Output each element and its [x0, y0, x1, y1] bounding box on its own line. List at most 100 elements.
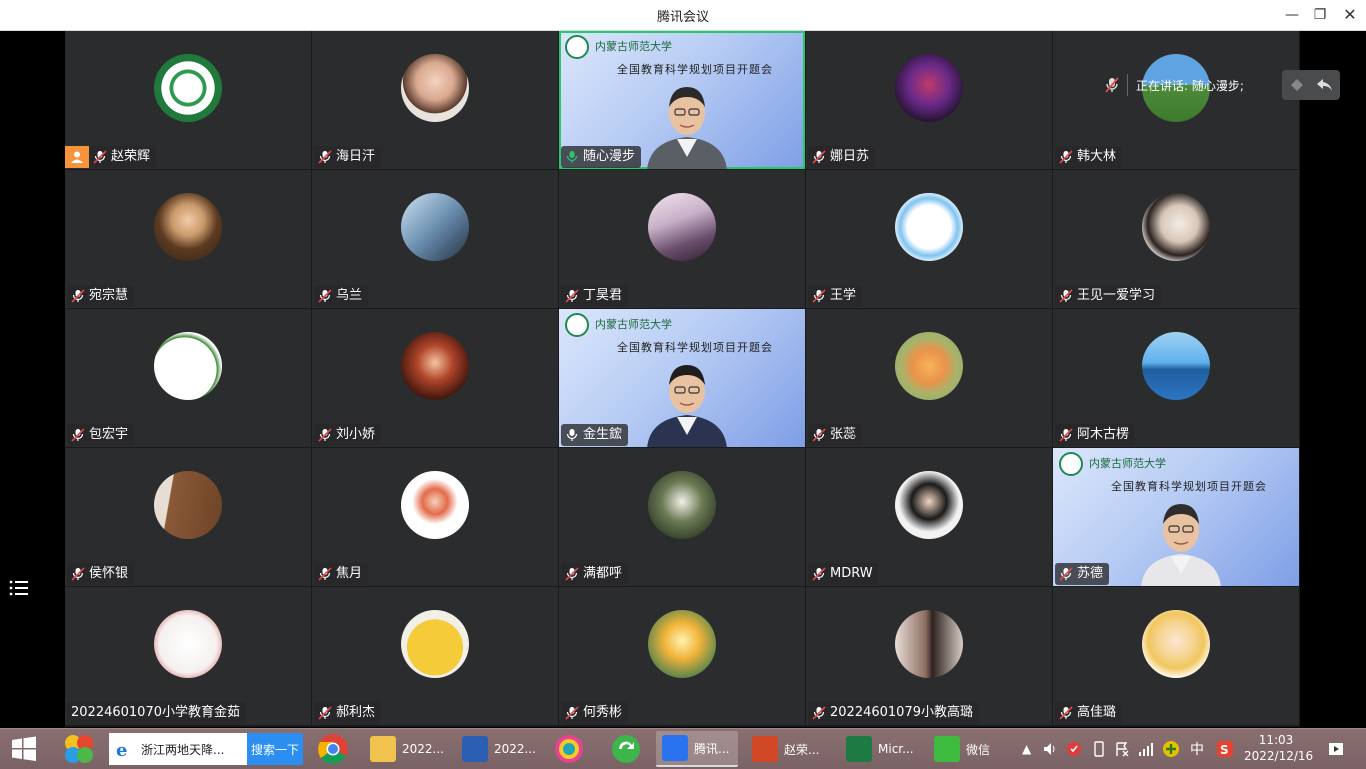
colorful-app-icon[interactable]: [552, 731, 586, 767]
participant-tile[interactable]: 乌兰: [312, 170, 558, 308]
minimize-button[interactable]: —: [1278, 3, 1306, 27]
participant-tile[interactable]: 郝利杰: [312, 587, 558, 725]
participant-nametag: 阿木古楞: [1055, 424, 1136, 446]
participant-name: 何秀彬: [583, 705, 623, 720]
participant-video-person: [1141, 504, 1221, 586]
participant-tile[interactable]: 侯怀银: [65, 448, 311, 586]
maximize-button[interactable]: ❐: [1306, 3, 1334, 27]
participant-nametag: 何秀彬: [561, 702, 629, 724]
tencent-meeting-icon: [662, 735, 688, 761]
network-flag-icon[interactable]: [1114, 731, 1130, 767]
participant-nametag: 高佳璐: [1055, 702, 1123, 724]
signal-icon[interactable]: [1138, 731, 1154, 767]
taskbar-app[interactable]: Micr...: [840, 731, 924, 767]
participant-tile[interactable]: MDRW: [806, 448, 1052, 586]
ime-plus-icon[interactable]: [1162, 731, 1180, 767]
participant-tile[interactable]: 阿木古楞: [1053, 309, 1299, 447]
windows-icon: [12, 736, 36, 761]
pinwheel-app-icon[interactable]: [62, 731, 96, 767]
participant-list-toggle-icon[interactable]: [9, 578, 29, 598]
participant-name: 王见一爱学习: [1077, 288, 1156, 303]
word-icon: [462, 736, 488, 762]
participant-tile[interactable]: 宛宗慧: [65, 170, 311, 308]
volume-icon[interactable]: [1042, 731, 1058, 767]
university-logo-icon: [1059, 452, 1083, 476]
mic-muted-icon: [565, 706, 583, 720]
reply-icon[interactable]: [1315, 77, 1333, 93]
participant-nametag: 王学: [808, 285, 863, 307]
mic-muted-icon: [565, 289, 583, 303]
participant-tile[interactable]: 内蒙古师范大学 全国教育科学规划项目开题会 金生鋐: [559, 309, 805, 447]
taskbar-app[interactable]: 腾讯...: [656, 731, 738, 767]
participant-nametag: 随心漫步: [561, 146, 642, 168]
taskbar-app-label: 2022...: [402, 742, 444, 756]
participant-avatar: [154, 54, 222, 122]
share-icon[interactable]: [1289, 77, 1309, 93]
participant-tile[interactable]: 内蒙古师范大学 全国教育科学规划项目开题会 随心漫步: [559, 31, 805, 169]
participant-name: 侯怀银: [89, 566, 129, 581]
chrome-icon[interactable]: [316, 731, 350, 767]
participant-nametag: 郝利杰: [314, 702, 382, 724]
taskbar-app[interactable]: 2022...: [364, 731, 450, 767]
participant-avatar: [1142, 610, 1210, 678]
participant-avatar: [154, 471, 222, 539]
participant-tile[interactable]: 王学: [806, 170, 1052, 308]
participant-tile[interactable]: 20224601079小教高璐: [806, 587, 1052, 725]
ime-mode[interactable]: 中: [1190, 731, 1204, 767]
participant-tile[interactable]: 焦月: [312, 448, 558, 586]
participant-nametag: 丁昊君: [561, 285, 629, 307]
participant-tile[interactable]: 包宏宇: [65, 309, 311, 447]
participant-avatar: [401, 54, 469, 122]
taskbar-app[interactable]: 2022...: [456, 731, 542, 767]
excel-icon: [846, 736, 872, 762]
participant-tile[interactable]: 20224601070小学教育金茹: [65, 587, 311, 725]
participant-tile[interactable]: 满都呼: [559, 448, 805, 586]
start-button[interactable]: [10, 731, 38, 767]
speaking-controls[interactable]: [1282, 70, 1340, 100]
participant-tile[interactable]: 刘小娇: [312, 309, 558, 447]
participant-tile[interactable]: 娜日苏: [806, 31, 1052, 169]
participant-name: 阿木古楞: [1077, 427, 1130, 442]
taskbar-app[interactable]: 微信: [928, 731, 1008, 767]
taskbar-app-label: 2022...: [494, 742, 536, 756]
system-clock[interactable]: 11:03 2022/12/16: [1244, 732, 1313, 764]
participant-avatar: [648, 193, 716, 261]
refresh-app-icon[interactable]: [610, 731, 642, 767]
university-logo-icon: [565, 35, 589, 59]
participant-tile[interactable]: 韩大林: [1053, 31, 1299, 169]
participant-tile[interactable]: 丁昊君: [559, 170, 805, 308]
participant-tile[interactable]: 赵荣辉: [65, 31, 311, 169]
device-icon[interactable]: [1092, 731, 1106, 767]
participant-tile[interactable]: 内蒙古师范大学 全国教育科学规划项目开题会 苏德: [1053, 448, 1299, 586]
participant-name: 乌兰: [336, 288, 363, 303]
participant-nametag: 赵荣辉: [65, 146, 157, 168]
university-logo-icon: [565, 313, 589, 337]
host-person-icon: [65, 146, 89, 168]
mic-muted-icon: [1059, 428, 1077, 442]
participant-nametag: 20224601070小学教育金茹: [67, 702, 246, 724]
participant-grid: 赵荣辉 海日汗 内蒙古师范大学 全国教育科学规划项目开题会 随心漫步 娜日苏 韩大林宛宗慧 乌…: [65, 31, 1300, 727]
participant-nametag: 张蕊: [808, 424, 863, 446]
participant-tile[interactable]: 何秀彬: [559, 587, 805, 725]
participant-nametag: MDRW: [808, 563, 879, 585]
participant-tile[interactable]: 海日汗: [312, 31, 558, 169]
participant-nametag: 包宏宇: [67, 424, 135, 446]
notification-icon[interactable]: [1328, 731, 1344, 767]
mic-muted-icon: [318, 706, 336, 720]
participant-tile[interactable]: 张蕊: [806, 309, 1052, 447]
mic-muted-icon: [812, 567, 830, 581]
search-button[interactable]: 搜索一下: [247, 733, 303, 765]
security-icon[interactable]: [1066, 731, 1082, 767]
participant-avatar: [1142, 193, 1210, 261]
clock-time: 11:03: [1258, 733, 1294, 747]
participant-tile[interactable]: 高佳璐: [1053, 587, 1299, 725]
tray-expand-icon[interactable]: ▲: [1022, 731, 1031, 767]
browser-search-box[interactable]: e 浙江两地天降...: [109, 733, 247, 765]
participant-name: 满都呼: [583, 566, 623, 581]
close-button[interactable]: ✕: [1336, 3, 1364, 27]
mic-muted-icon: [812, 289, 830, 303]
participant-tile[interactable]: 王见一爱学习: [1053, 170, 1299, 308]
mic-muted-icon: [1105, 77, 1119, 93]
taskbar-app[interactable]: 赵荣...: [746, 731, 832, 767]
sogou-icon[interactable]: S: [1216, 731, 1234, 767]
